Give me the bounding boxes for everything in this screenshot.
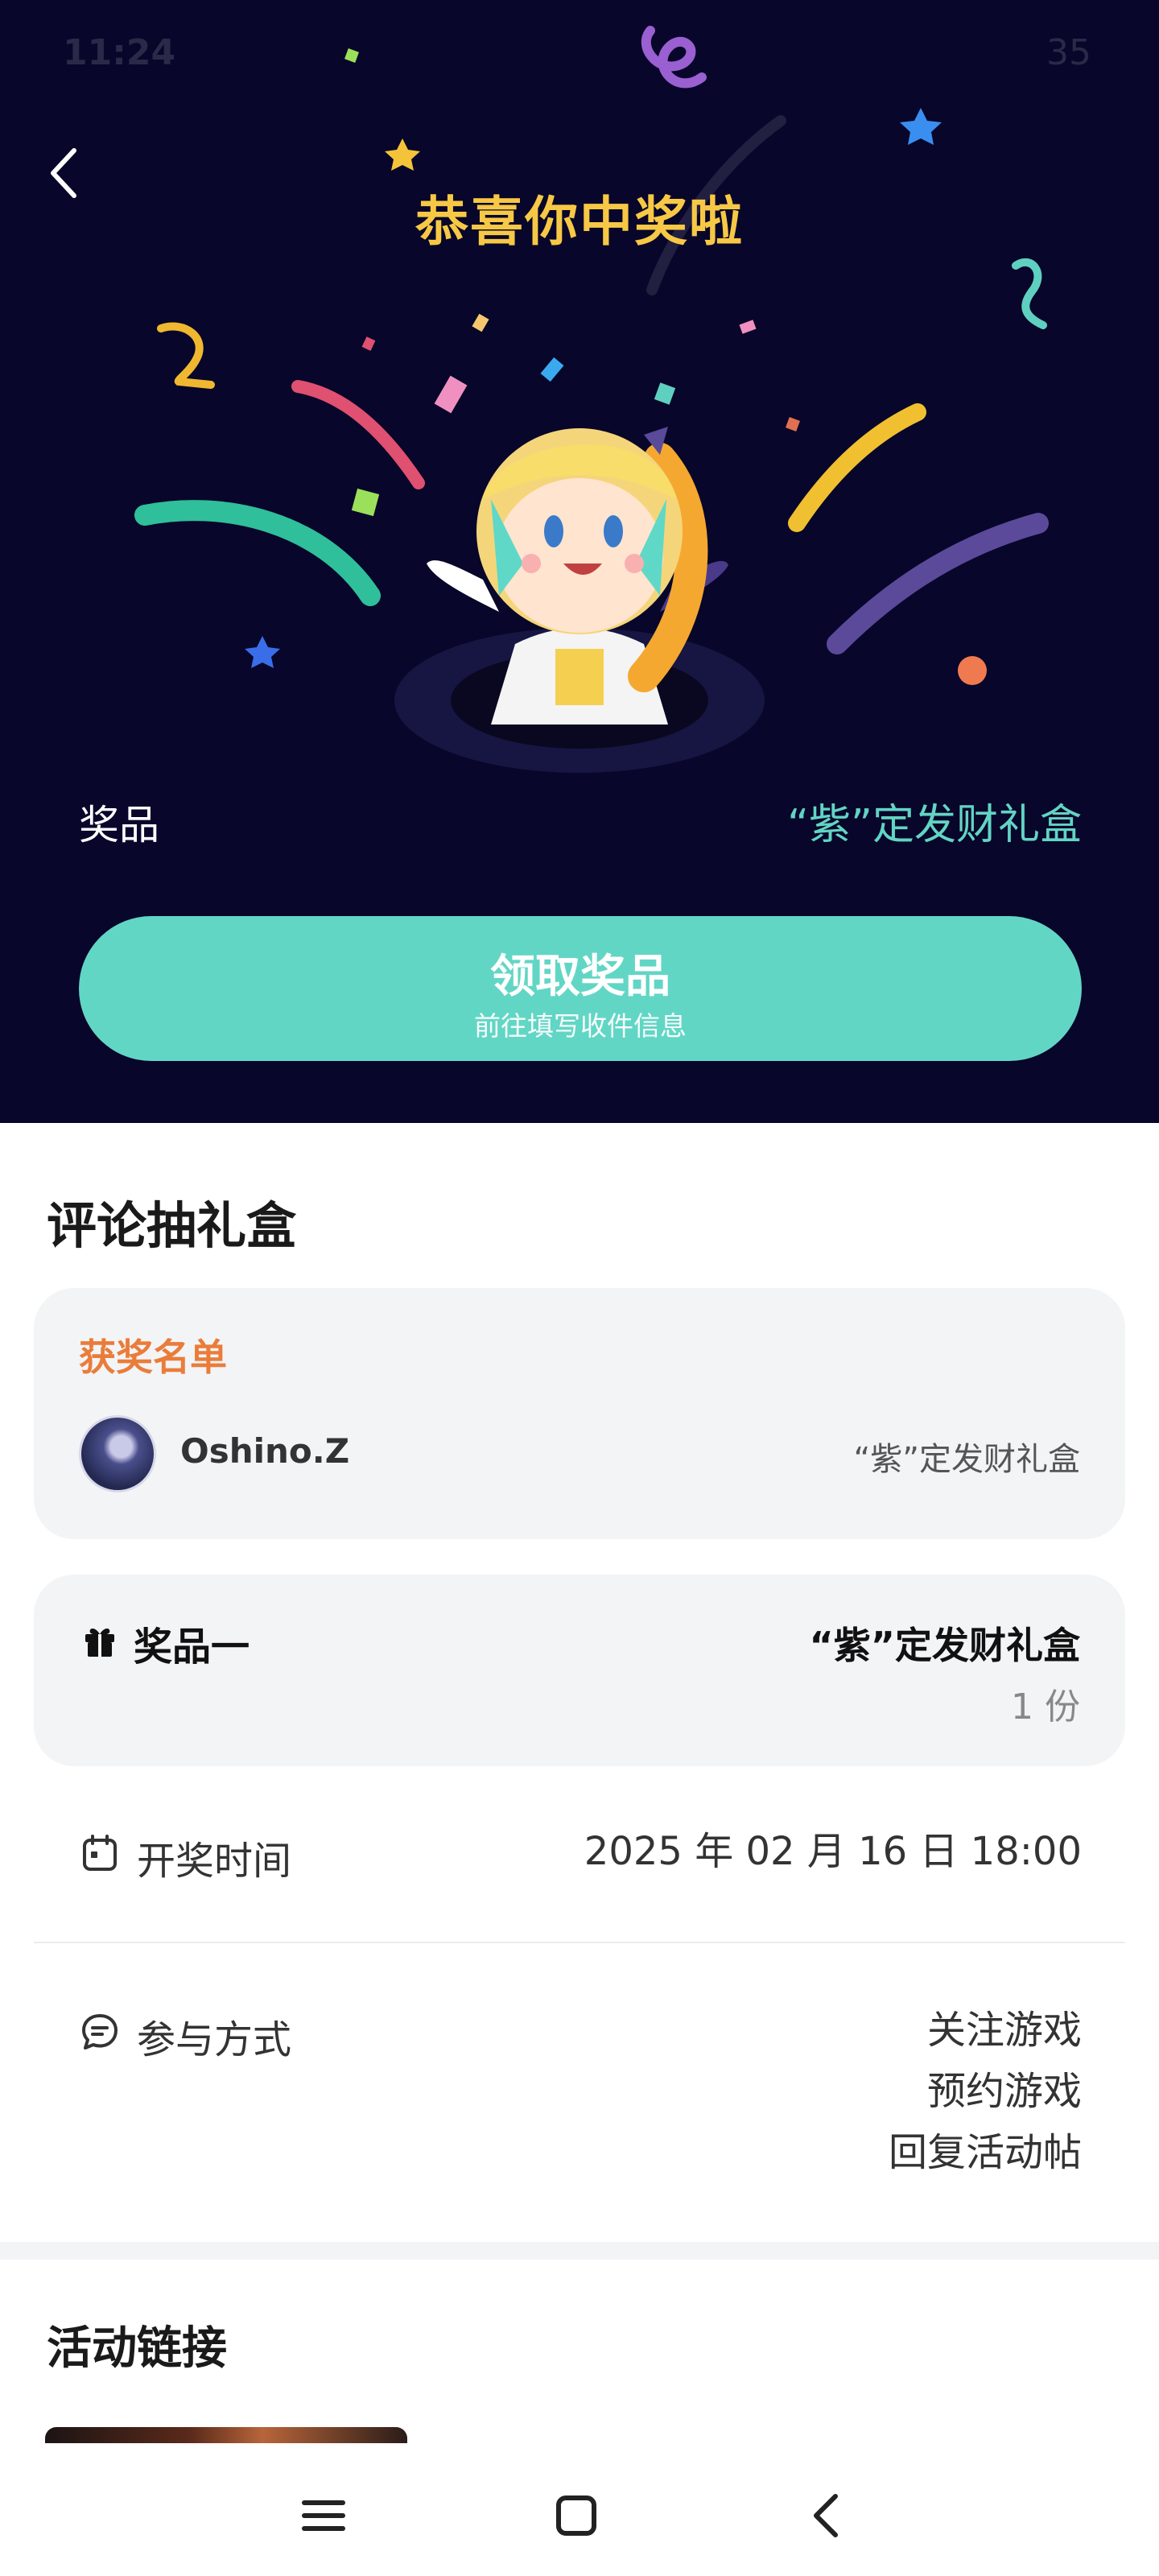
method-reply-post: 回复活动帖 xyxy=(888,2130,1082,2175)
prize-one-label: 奖品一 xyxy=(134,1624,250,1670)
home-square-icon[interactable] xyxy=(544,2483,608,2548)
claim-button-title: 领取奖品 xyxy=(490,951,670,1003)
divider xyxy=(34,1942,1125,1943)
section-gap xyxy=(0,2242,1159,2260)
prize-one-quantity: 1 份 xyxy=(1011,1686,1080,1728)
avatar[interactable] xyxy=(79,1415,156,1492)
prize-one-name: “紫”定发财礼盒 xyxy=(809,1624,1080,1667)
activity-links-title: 活动链接 xyxy=(47,2322,227,2375)
status-time: 11:24 xyxy=(63,32,176,73)
comment-icon xyxy=(82,2014,118,2050)
claim-prize-button[interactable]: 领取奖品 前往填写收件信息 xyxy=(79,916,1082,1061)
method-follow-game: 关注游戏 xyxy=(926,2008,1082,2053)
prize-label: 奖品 xyxy=(79,802,159,848)
menu-icon[interactable] xyxy=(291,2483,356,2548)
status-battery: 35 xyxy=(1046,32,1091,73)
winners-card: 获奖名单 Oshino.Z “紫”定发财礼盒 xyxy=(34,1288,1125,1539)
winner-prize: “紫”定发财礼盒 xyxy=(853,1441,1080,1478)
prize-name: “紫”定发财礼盒 xyxy=(787,801,1082,849)
system-nav-bar xyxy=(0,2443,1159,2576)
gift-icon xyxy=(85,1629,114,1657)
prize-card: 奖品一 “紫”定发财礼盒 1 份 xyxy=(34,1575,1125,1766)
calendar-icon xyxy=(83,1835,117,1871)
draw-time-label: 开奖时间 xyxy=(137,1839,292,1884)
nav-back-icon[interactable] xyxy=(795,2483,860,2548)
hero-banner: 11:24 35 恭喜你中奖啦 奖品 “紫”定发财礼盒 领取奖品 前往填写收件信… xyxy=(0,0,1159,1123)
status-bar: 11:24 35 xyxy=(0,0,1159,105)
participation-methods: 关注游戏 预约游戏 回复活动帖 xyxy=(889,2000,1082,2183)
method-reserve-game: 预约游戏 xyxy=(926,2069,1082,2114)
confetti-illustration xyxy=(134,26,1049,773)
participation-label: 参与方式 xyxy=(137,2017,292,2062)
winners-title: 获奖名单 xyxy=(79,1335,227,1379)
draw-time-value: 2025 年 02 月 16 日 18:00 xyxy=(584,1829,1082,1874)
congrats-title: 恭喜你中奖啦 xyxy=(415,191,744,253)
claim-button-subtitle: 前往填写收件信息 xyxy=(474,1010,687,1042)
section-title: 评论抽礼盒 xyxy=(47,1196,297,1255)
winner-name[interactable]: Oshino.Z xyxy=(180,1431,349,1471)
